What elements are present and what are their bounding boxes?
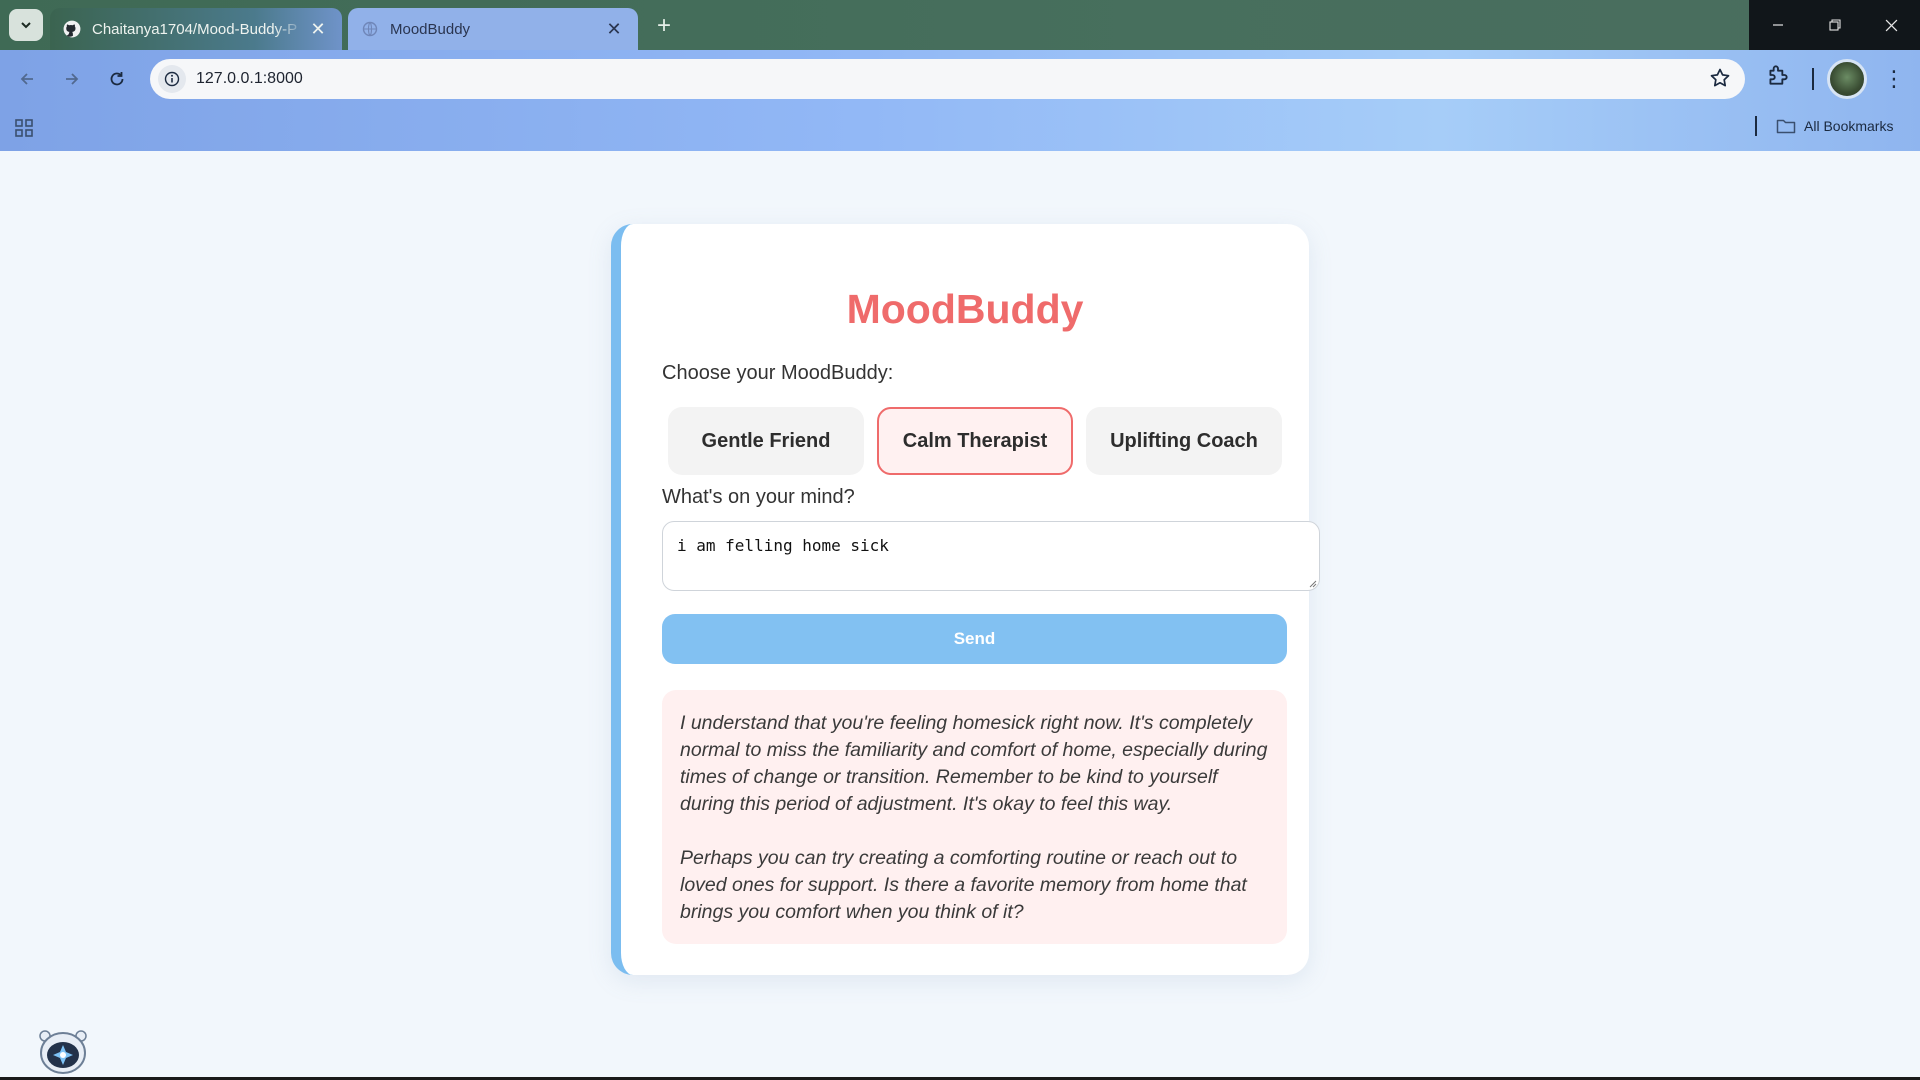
assistant-robot-icon[interactable] (36, 1026, 90, 1076)
close-icon[interactable]: ✕ (602, 17, 626, 41)
resize-handle-icon[interactable] (1307, 578, 1317, 588)
response-paragraph: I understand that you're feeling homesic… (680, 712, 1268, 815)
response-paragraph: Perhaps you can try creating a comfortin… (680, 847, 1247, 923)
chevron-down-icon (21, 22, 31, 29)
profile-avatar[interactable] (1827, 59, 1867, 99)
toolbar-divider (1812, 68, 1814, 90)
new-tab-plus-icon[interactable]: + (650, 12, 678, 40)
bookmarks-bar: All Bookmarks (0, 108, 1920, 151)
close-icon[interactable]: ✕ (306, 17, 330, 41)
page-title: MoodBuddy (846, 286, 1084, 332)
folder-icon (1776, 119, 1796, 134)
tab-search-button[interactable] (9, 9, 43, 41)
mind-prompt-label: What's on your mind? (662, 486, 855, 508)
site-info-icon[interactable] (158, 65, 186, 93)
calm-therapist-button[interactable]: Calm Therapist (877, 407, 1073, 475)
all-bookmarks-label: All Bookmarks (1804, 118, 1894, 134)
tab-github[interactable]: Chaitanya1704/Mood-Buddy-P ✕ (50, 8, 342, 50)
uplifting-coach-button[interactable]: Uplifting Coach (1086, 407, 1282, 475)
response-box: I understand that you're feeling homesic… (662, 690, 1287, 944)
forward-arrow-icon[interactable] (55, 62, 89, 96)
tab-strip: Chaitanya1704/Mood-Buddy-P ✕ MoodBuddy ✕… (0, 0, 1920, 50)
github-icon (62, 19, 82, 39)
browser-toolbar: 127.0.0.1:8000 ⋮ (0, 50, 1920, 108)
message-input[interactable]: i am felling home sick (662, 521, 1320, 591)
back-arrow-icon[interactable] (10, 62, 44, 96)
close-window-icon[interactable] (1863, 0, 1920, 50)
extensions-puzzle-icon[interactable] (1765, 62, 1791, 93)
window-controls (1749, 0, 1920, 50)
browser-chrome: Chaitanya1704/Mood-Buddy-P ✕ MoodBuddy ✕… (0, 0, 1920, 151)
restore-icon[interactable] (1806, 0, 1863, 50)
more-menu-icon[interactable]: ⋮ (1883, 62, 1905, 96)
tab-title: MoodBuddy (390, 20, 471, 38)
gentle-friend-button[interactable]: Gentle Friend (668, 407, 864, 475)
send-button[interactable]: Send (662, 614, 1287, 664)
minimize-icon[interactable] (1749, 0, 1806, 50)
message-input-value: i am felling home sick (677, 536, 889, 555)
all-bookmarks-button[interactable]: All Bookmarks (1776, 114, 1893, 138)
tab-moodbuddy[interactable]: MoodBuddy ✕ (348, 8, 638, 50)
globe-icon (360, 19, 380, 39)
tab-title: Chaitanya1704/Mood-Buddy-P (92, 20, 298, 38)
choose-buddy-label: Choose your MoodBuddy: (662, 362, 894, 384)
bookmark-star-icon[interactable] (1709, 67, 1731, 94)
bookmarks-divider (1755, 116, 1757, 136)
reload-icon[interactable] (100, 62, 134, 96)
moodbuddy-card: MoodBuddy Choose your MoodBuddy: Gentle … (611, 224, 1320, 975)
address-bar[interactable]: 127.0.0.1:8000 (150, 59, 1745, 99)
url-text: 127.0.0.1:8000 (196, 70, 303, 87)
apps-grid-icon[interactable] (14, 118, 34, 143)
